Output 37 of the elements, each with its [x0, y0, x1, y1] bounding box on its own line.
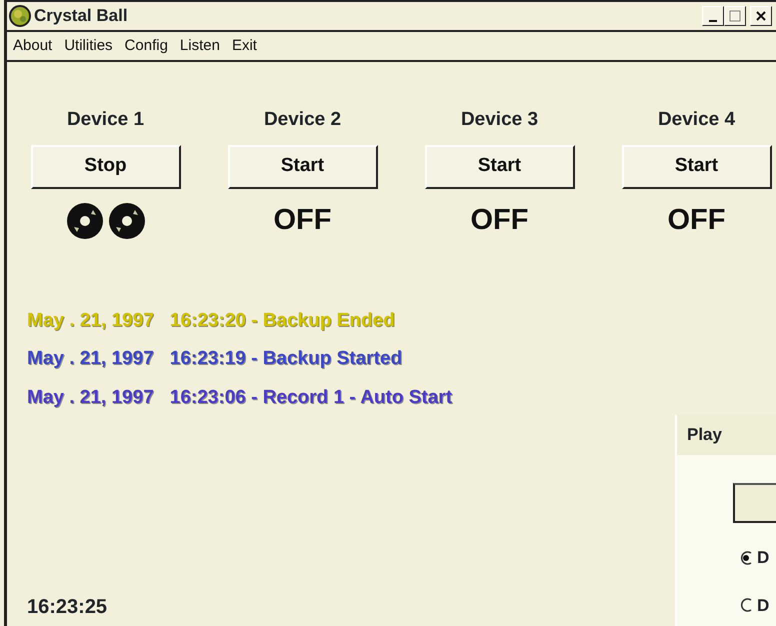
minimize-button[interactable]	[702, 6, 724, 26]
menu-item[interactable]: About	[13, 34, 52, 58]
status-text: OFF	[274, 202, 332, 238]
device-label: Device 4	[658, 108, 736, 132]
device-label: Device 2	[264, 108, 342, 132]
device-button[interactable]: Stop	[30, 144, 180, 188]
device-button[interactable]: Start	[622, 144, 772, 188]
menu-item[interactable]: Config	[124, 34, 168, 58]
log-date: May . 21, 1997	[27, 386, 154, 410]
log-date: May . 21, 1997	[27, 308, 154, 332]
maximize-button[interactable]	[724, 6, 746, 26]
minimize-icon	[709, 20, 717, 22]
log-message: 16:23:20 - Backup Ended	[170, 308, 395, 332]
radio-button[interactable]	[739, 550, 753, 565]
radio-button[interactable]	[739, 598, 753, 612]
log-date: May . 21, 1997	[27, 347, 154, 371]
close-button[interactable]	[750, 6, 772, 26]
maximize-icon	[729, 10, 741, 22]
device-button[interactable]: Start	[424, 144, 574, 188]
status-text: OFF	[470, 202, 528, 238]
panel-title: Play	[687, 424, 722, 446]
status-text: OFF	[668, 202, 726, 238]
log-message: 16:23:06 - Record 1 - Auto Start	[170, 386, 452, 410]
crystal-ball-icon	[9, 5, 31, 27]
device-button[interactable]: Start	[228, 144, 378, 188]
close-icon	[755, 10, 767, 22]
device-label: Device 3	[460, 108, 538, 132]
tape-reels-icon	[66, 202, 146, 240]
clock-text: 16:23:25	[27, 595, 108, 620]
radio-label: D	[757, 547, 770, 569]
menu-item[interactable]: Exit	[232, 34, 257, 58]
radio-label: D	[757, 594, 770, 616]
window-title: Crystal Ball	[34, 5, 128, 28]
menu-item[interactable]: Listen	[180, 34, 220, 58]
log-message: 16:23:19 - Backup Started	[170, 347, 402, 371]
device-label: Device 1	[66, 108, 144, 132]
menu-item[interactable]: Utilities	[64, 34, 113, 58]
